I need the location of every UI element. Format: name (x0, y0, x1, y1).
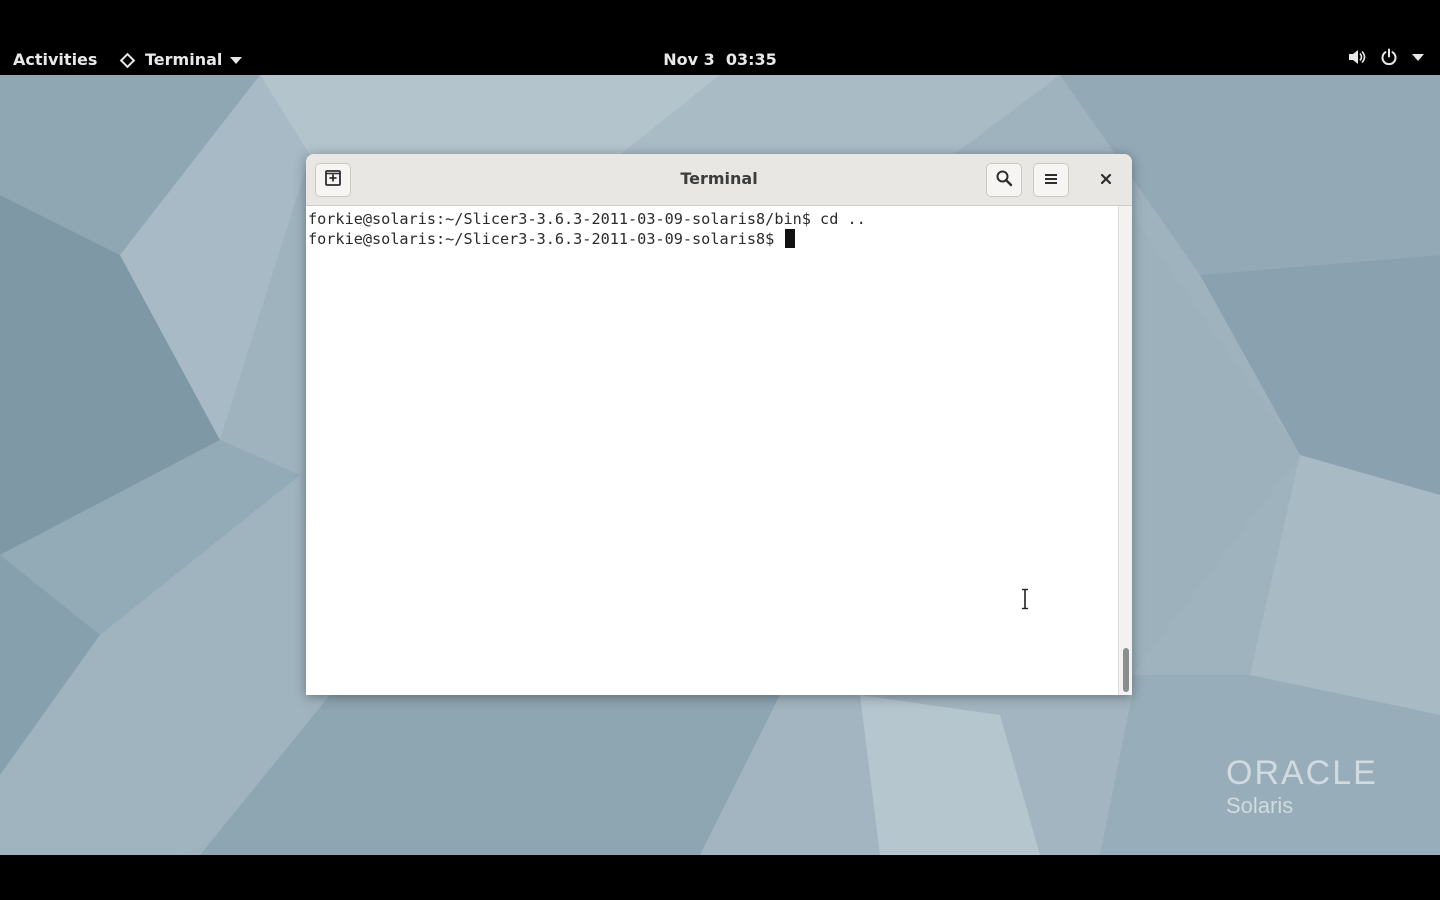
bottom-letterbox (0, 855, 1440, 900)
window-titlebar[interactable]: Terminal (306, 154, 1132, 206)
search-button[interactable] (986, 163, 1022, 197)
close-button[interactable] (1088, 163, 1124, 197)
close-icon (1099, 171, 1113, 190)
screen: Activities Terminal Nov 3 03:35 ORACLE S… (0, 0, 1440, 900)
top-panel: Activities Terminal Nov 3 03:35 (0, 0, 1440, 75)
terminal-line: forkie@solaris:~/Slicer3-3.6.3-2011-03-0… (308, 230, 784, 248)
search-icon (995, 169, 1013, 191)
terminal-window[interactable]: Terminal forkie@solaris:~/Slicer3-3.6.3-… (306, 154, 1132, 695)
terminal-line: forkie@solaris:~/Slicer3-3.6.3-2011-03-0… (308, 210, 866, 228)
system-menu-arrow-icon (1412, 53, 1424, 61)
scrollbar-thumb[interactable] (1123, 648, 1129, 692)
hamburger-menu-icon (1043, 171, 1059, 190)
oracle-solaris-logo: ORACLE Solaris (1226, 755, 1378, 819)
text-cursor (785, 229, 796, 248)
power-icon (1380, 48, 1398, 66)
vertical-scrollbar[interactable] (1118, 206, 1132, 695)
clock-button[interactable]: Nov 3 03:35 (663, 48, 777, 72)
terminal-output[interactable]: forkie@solaris:~/Slicer3-3.6.3-2011-03-0… (306, 206, 1118, 695)
volume-icon (1348, 49, 1366, 65)
logo-product: Solaris (1226, 793, 1294, 818)
ibeam-cursor-icon (1022, 588, 1028, 610)
system-tray[interactable] (1348, 48, 1424, 66)
clock-container: Nov 3 03:35 (0, 48, 1440, 72)
terminal-prompt-line: forkie@solaris:~/Slicer3-3.6.3-2011-03-0… (308, 229, 796, 249)
logo-brand: ORACLE (1226, 754, 1378, 792)
menu-button[interactable] (1033, 163, 1069, 197)
